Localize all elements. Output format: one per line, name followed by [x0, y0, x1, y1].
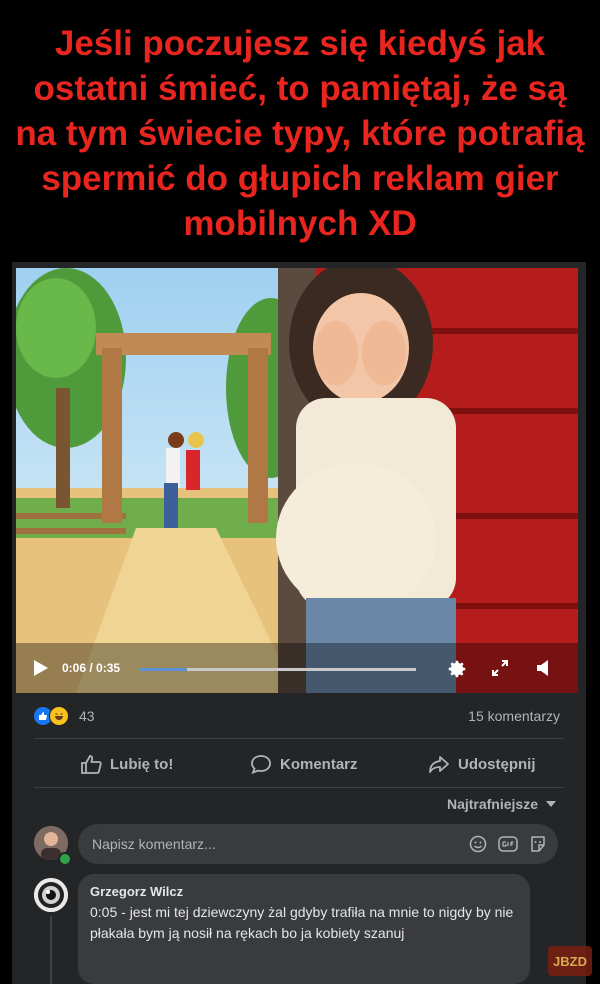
comment-icon: [251, 755, 271, 774]
divider: [34, 787, 564, 788]
comment-author[interactable]: Grzegorz Wilcz: [90, 884, 518, 899]
comment-text: 0:05 - jest mi tej dziewczyny żal gdyby …: [90, 904, 514, 941]
caret-down-icon: [546, 801, 556, 807]
share-button[interactable]: Udostępnij: [428, 744, 536, 784]
composer-tools: [468, 834, 548, 854]
commenter-avatar[interactable]: [34, 878, 68, 912]
post-actions: Lubię to! Komentarz Udostępnij: [34, 744, 564, 784]
like-button[interactable]: Lubię to!: [80, 744, 173, 784]
watermark-logo: JBZD: [548, 946, 592, 976]
comments-count[interactable]: 15 komentarzy: [468, 708, 560, 724]
meme-caption-area: Jeśli poczujesz się kiedyś jak ostatni ś…: [0, 0, 600, 262]
sort-label: Najtrafniejsze: [446, 796, 538, 812]
comment-button[interactable]: Komentarz: [250, 744, 358, 784]
expand-icon[interactable]: [490, 658, 510, 678]
volume-icon[interactable]: [536, 658, 554, 678]
video-time: 0:06 / 0:35: [62, 661, 121, 675]
like-label: Lubię to!: [110, 755, 174, 773]
emoji-icon[interactable]: [468, 834, 488, 854]
share-label: Udostępnij: [458, 755, 536, 773]
thread-line: [50, 916, 52, 984]
video-controls: 0:06 / 0:35: [16, 646, 578, 693]
meme-caption: Jeśli poczujesz się kiedyś jak ostatni ś…: [15, 23, 585, 243]
gif-icon[interactable]: [498, 834, 518, 854]
reaction-count: 43: [79, 708, 95, 724]
thumbs-up-icon: [81, 755, 102, 774]
settings-icon[interactable]: [446, 658, 468, 680]
comment-label: Komentarz: [280, 755, 358, 773]
comment-sort-dropdown[interactable]: Najtrafniejsze: [447, 796, 556, 812]
video-progress-bar[interactable]: [140, 668, 416, 671]
reactions-summary[interactable]: 43: [34, 706, 95, 726]
sticker-icon[interactable]: [528, 834, 548, 854]
video-frame: [16, 268, 578, 693]
haha-reaction-icon: [49, 706, 69, 726]
divider: [34, 738, 564, 739]
video-progress-fill: [140, 668, 188, 671]
play-icon[interactable]: [34, 660, 48, 676]
video-player[interactable]: 0:06 / 0:35: [16, 268, 578, 693]
online-status-dot: [58, 852, 72, 866]
share-icon: [429, 756, 449, 773]
facebook-post: 0:06 / 0:35 43 15 komentarzy Lubię to! K…: [12, 262, 586, 984]
comment-bubble: Grzegorz Wilcz 0:05 - jest mi tej dziewc…: [78, 874, 530, 984]
